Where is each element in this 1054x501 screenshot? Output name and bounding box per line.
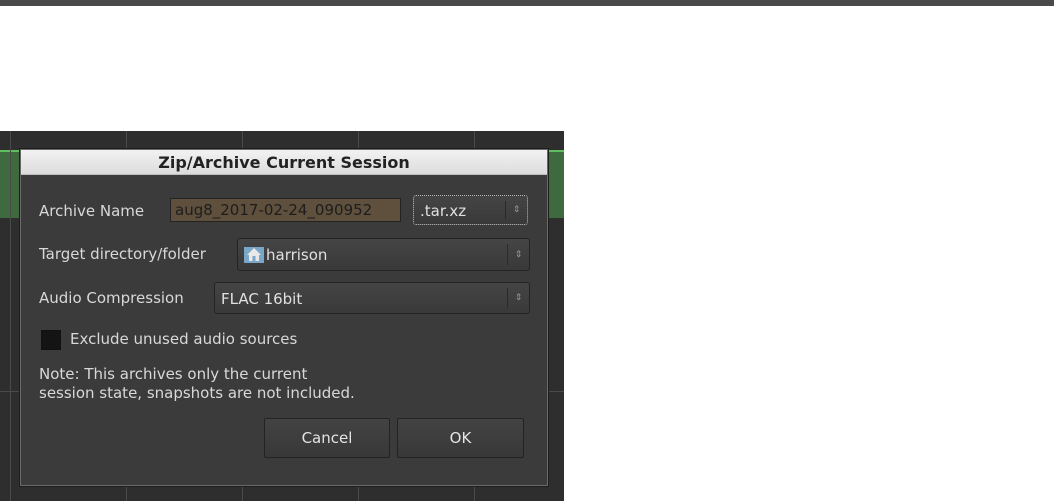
- exclude-unused-checkbox[interactable]: [41, 330, 61, 350]
- target-dir-select[interactable]: harrison ⇕: [237, 238, 530, 271]
- archive-note: Note: This archives only the current ses…: [39, 365, 355, 403]
- target-dir-label: Target directory/folder: [39, 245, 206, 263]
- archive-session-dialog: Zip/Archive Current Session Archive Name…: [20, 149, 548, 486]
- archive-name-input[interactable]: aug8_2017-02-24_090952: [170, 198, 401, 222]
- dialog-title: Zip/Archive Current Session: [21, 150, 547, 175]
- archive-format-value: .tar.xz: [420, 202, 467, 220]
- chevron-updown-icon: ⇕: [507, 288, 529, 308]
- archive-format-select[interactable]: .tar.xz ⇕: [413, 195, 528, 225]
- exclude-unused-label: Exclude unused audio sources: [70, 330, 298, 348]
- cancel-button[interactable]: Cancel: [264, 418, 390, 458]
- audio-compression-select[interactable]: FLAC 16bit ⇕: [214, 282, 530, 314]
- chevron-updown-icon: ⇕: [505, 201, 527, 219]
- note-line: session state, snapshots are not include…: [39, 384, 355, 402]
- window-top-bar: [0, 0, 1054, 6]
- grid-line: [10, 131, 11, 501]
- audio-compression-label: Audio Compression: [39, 289, 184, 307]
- chevron-updown-icon: ⇕: [507, 244, 529, 265]
- ok-button[interactable]: OK: [397, 418, 524, 458]
- archive-name-label: Archive Name: [39, 202, 145, 220]
- home-folder-icon: [244, 247, 264, 263]
- target-dir-value: harrison: [266, 246, 328, 264]
- audio-compression-value: FLAC 16bit: [221, 290, 303, 308]
- note-line: Note: This archives only the current: [39, 365, 308, 383]
